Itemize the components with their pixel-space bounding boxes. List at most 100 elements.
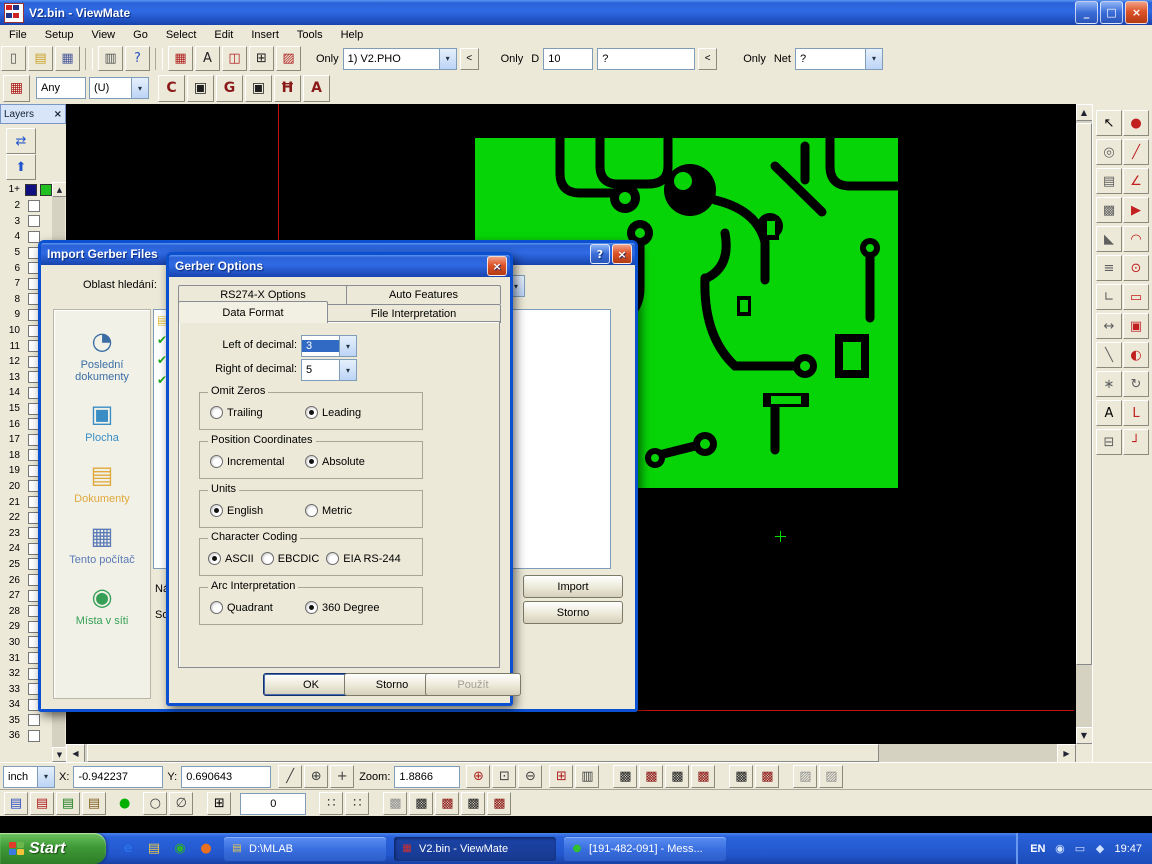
radio-option[interactable]: EBCDIC <box>261 552 320 565</box>
radio-option[interactable]: Metric <box>305 504 400 517</box>
only-file-label[interactable]: Only <box>316 53 339 65</box>
dcode-filter-icon-8[interactable]: ▨ <box>819 765 843 788</box>
d-code-input[interactable]: 10 <box>543 48 593 70</box>
context-help-icon[interactable]: ? <box>125 46 150 71</box>
menu-item[interactable]: Tools <box>288 27 332 43</box>
u-combo[interactable]: (U) ▾ <box>89 77 149 99</box>
close-button[interactable]: × <box>1125 1 1148 24</box>
net-combo[interactable]: ? ▾ <box>795 48 883 70</box>
draw-circle-icon[interactable]: ⊙ <box>1123 255 1149 281</box>
scroll-down-icon[interactable]: ▼ <box>52 747 67 762</box>
right-of-decimal-combo[interactable]: 5 ▾ <box>301 359 357 381</box>
draw-rect-icon[interactable]: ▭ <box>1123 284 1149 310</box>
only-net-label[interactable]: Only <box>743 53 766 65</box>
only-d-label[interactable]: Only <box>501 53 524 65</box>
minimize-button[interactable]: _ <box>1075 1 1098 24</box>
task-message[interactable]: ● [191-482-091] - Mess... <box>564 837 726 861</box>
radio-option[interactable]: Quadrant <box>210 601 305 614</box>
layer-swap-button[interactable]: ⇄ <box>6 128 36 154</box>
dcode-filter-icon-7[interactable]: ▨ <box>793 765 817 788</box>
layer-color-icon-1[interactable]: ▤ <box>4 792 28 815</box>
horizontal-scrollbar[interactable]: ◀ ▶ <box>66 744 1076 762</box>
layer-row-active[interactable]: 1+ <box>0 182 52 198</box>
graphic-select-icon[interactable]: ◫ <box>222 46 247 71</box>
aperture-pattern-icon-4[interactable]: ▩ <box>461 792 485 815</box>
snap-icon[interactable]: ∗ <box>1096 371 1122 397</box>
highlight-icon[interactable]: ◎ <box>1096 139 1122 165</box>
apply-button[interactable]: Použít <box>425 673 521 696</box>
dcode-pattern-icon-2[interactable]: ▣ <box>245 75 272 102</box>
layer-color-swatch[interactable] <box>25 184 37 196</box>
dot-grid-icon-2[interactable]: ∷ <box>345 792 369 815</box>
letter-c-button[interactable]: C <box>158 75 185 102</box>
scroll-up-icon[interactable]: ▲ <box>52 182 67 197</box>
scroll-down-icon[interactable]: ▼ <box>1076 727 1093 744</box>
layer-row[interactable]: 35 <box>0 713 52 729</box>
place-my-computer[interactable]: ▦ Tento počítač <box>54 521 150 566</box>
measure-icon[interactable]: ∟ <box>1096 284 1122 310</box>
crosshair-icon[interactable]: + <box>330 765 354 788</box>
tray-network-icon[interactable]: ◉ <box>1052 841 1067 856</box>
aperture-list-icon[interactable]: A <box>195 46 220 71</box>
menu-item[interactable]: Help <box>332 27 373 43</box>
tray-keyboard-icon[interactable]: ▭ <box>1072 841 1087 856</box>
dot-grid-icon-1[interactable]: ∷ <box>319 792 343 815</box>
scroll-left-icon[interactable]: ◀ <box>66 744 85 763</box>
sketch-icon[interactable]: ╲ <box>1096 342 1122 368</box>
dcode-pattern-icon-1[interactable]: ▣ <box>187 75 214 102</box>
help-button[interactable]: ? <box>590 244 610 264</box>
dcode-filter-icon-1[interactable]: ▩ <box>613 765 637 788</box>
draw-arc-icon[interactable]: ◠ <box>1123 226 1149 252</box>
menu-item[interactable]: Edit <box>205 27 242 43</box>
layer-checkbox[interactable] <box>28 215 40 227</box>
dcode-filter-icon-6[interactable]: ▩ <box>755 765 779 788</box>
layer-checkbox[interactable] <box>28 730 40 742</box>
prev-file-button[interactable]: < <box>460 48 479 70</box>
place-desktop[interactable]: ▣ Plocha <box>54 399 150 444</box>
text-tool-icon[interactable]: A <box>1096 400 1122 426</box>
layer-color-icon-2[interactable]: ▤ <box>30 792 54 815</box>
zoom-in-icon[interactable]: ⊕ <box>466 765 490 788</box>
close-icon[interactable]: × <box>54 109 62 120</box>
place-documents[interactable]: ▤ Dokumenty <box>54 460 150 505</box>
dcode-grid-icon[interactable]: ▦ <box>168 46 193 71</box>
layer-up-button[interactable]: ⬆ <box>6 154 36 180</box>
align-icon[interactable]: ≡ <box>1096 255 1122 281</box>
origin-icon[interactable]: ⊕ <box>304 765 328 788</box>
file-combo[interactable]: 1) V2.PHO ▾ <box>343 48 457 70</box>
chevron-down-icon[interactable]: ▾ <box>37 767 54 787</box>
vertical-scrollbar[interactable]: ▲ ▼ <box>1076 104 1092 744</box>
chart-icon[interactable]: ▨ <box>276 46 301 71</box>
new-file-icon[interactable]: ▯ <box>1 46 26 71</box>
menu-item[interactable]: Setup <box>36 27 83 43</box>
round-aperture-icon[interactable]: ○ <box>143 792 167 815</box>
explorer-icon[interactable]: ▤ <box>144 839 164 859</box>
browser-icon[interactable]: ● <box>196 839 216 859</box>
layer-color-icon-4[interactable]: ▤ <box>82 792 106 815</box>
empty-aperture-icon[interactable]: ∅ <box>169 792 193 815</box>
letter-g-button[interactable]: G <box>216 75 243 102</box>
layer-table-icon[interactable]: ▤ <box>1096 168 1122 194</box>
aperture-pattern-icon-1[interactable]: ▩ <box>383 792 407 815</box>
menu-item[interactable]: Insert <box>242 27 288 43</box>
draw-arrow-icon[interactable]: ▶ <box>1123 197 1149 223</box>
radio-option[interactable]: Absolute <box>305 455 400 468</box>
aperture-pattern-icon-5[interactable]: ▩ <box>487 792 511 815</box>
vertical-scroll-thumb[interactable] <box>1076 123 1092 665</box>
pad-square-icon[interactable]: ▣ <box>1123 313 1149 339</box>
radio-option[interactable]: Incremental <box>210 455 305 468</box>
chevron-down-icon[interactable]: ▾ <box>131 78 148 98</box>
radio-option[interactable]: EIA RS-244 <box>326 552 400 565</box>
corner-tool-icon[interactable]: ┘ <box>1123 429 1149 455</box>
diagonal-measure-icon[interactable]: ╱ <box>278 765 302 788</box>
import-button[interactable]: Import <box>523 575 623 598</box>
tab-auto-features[interactable]: Auto Features <box>346 285 501 304</box>
menu-item[interactable]: Select <box>157 27 206 43</box>
transform-icon[interactable]: ↔ <box>1096 313 1122 339</box>
d-query-input[interactable]: ? <box>597 48 695 70</box>
aperture-pattern-icon-2[interactable]: ▩ <box>409 792 433 815</box>
radio-option[interactable]: English <box>210 504 305 517</box>
rotate-icon[interactable]: ↻ <box>1123 371 1149 397</box>
any-combo[interactable]: Any <box>36 77 86 99</box>
chevron-down-icon[interactable]: ▾ <box>865 49 882 69</box>
